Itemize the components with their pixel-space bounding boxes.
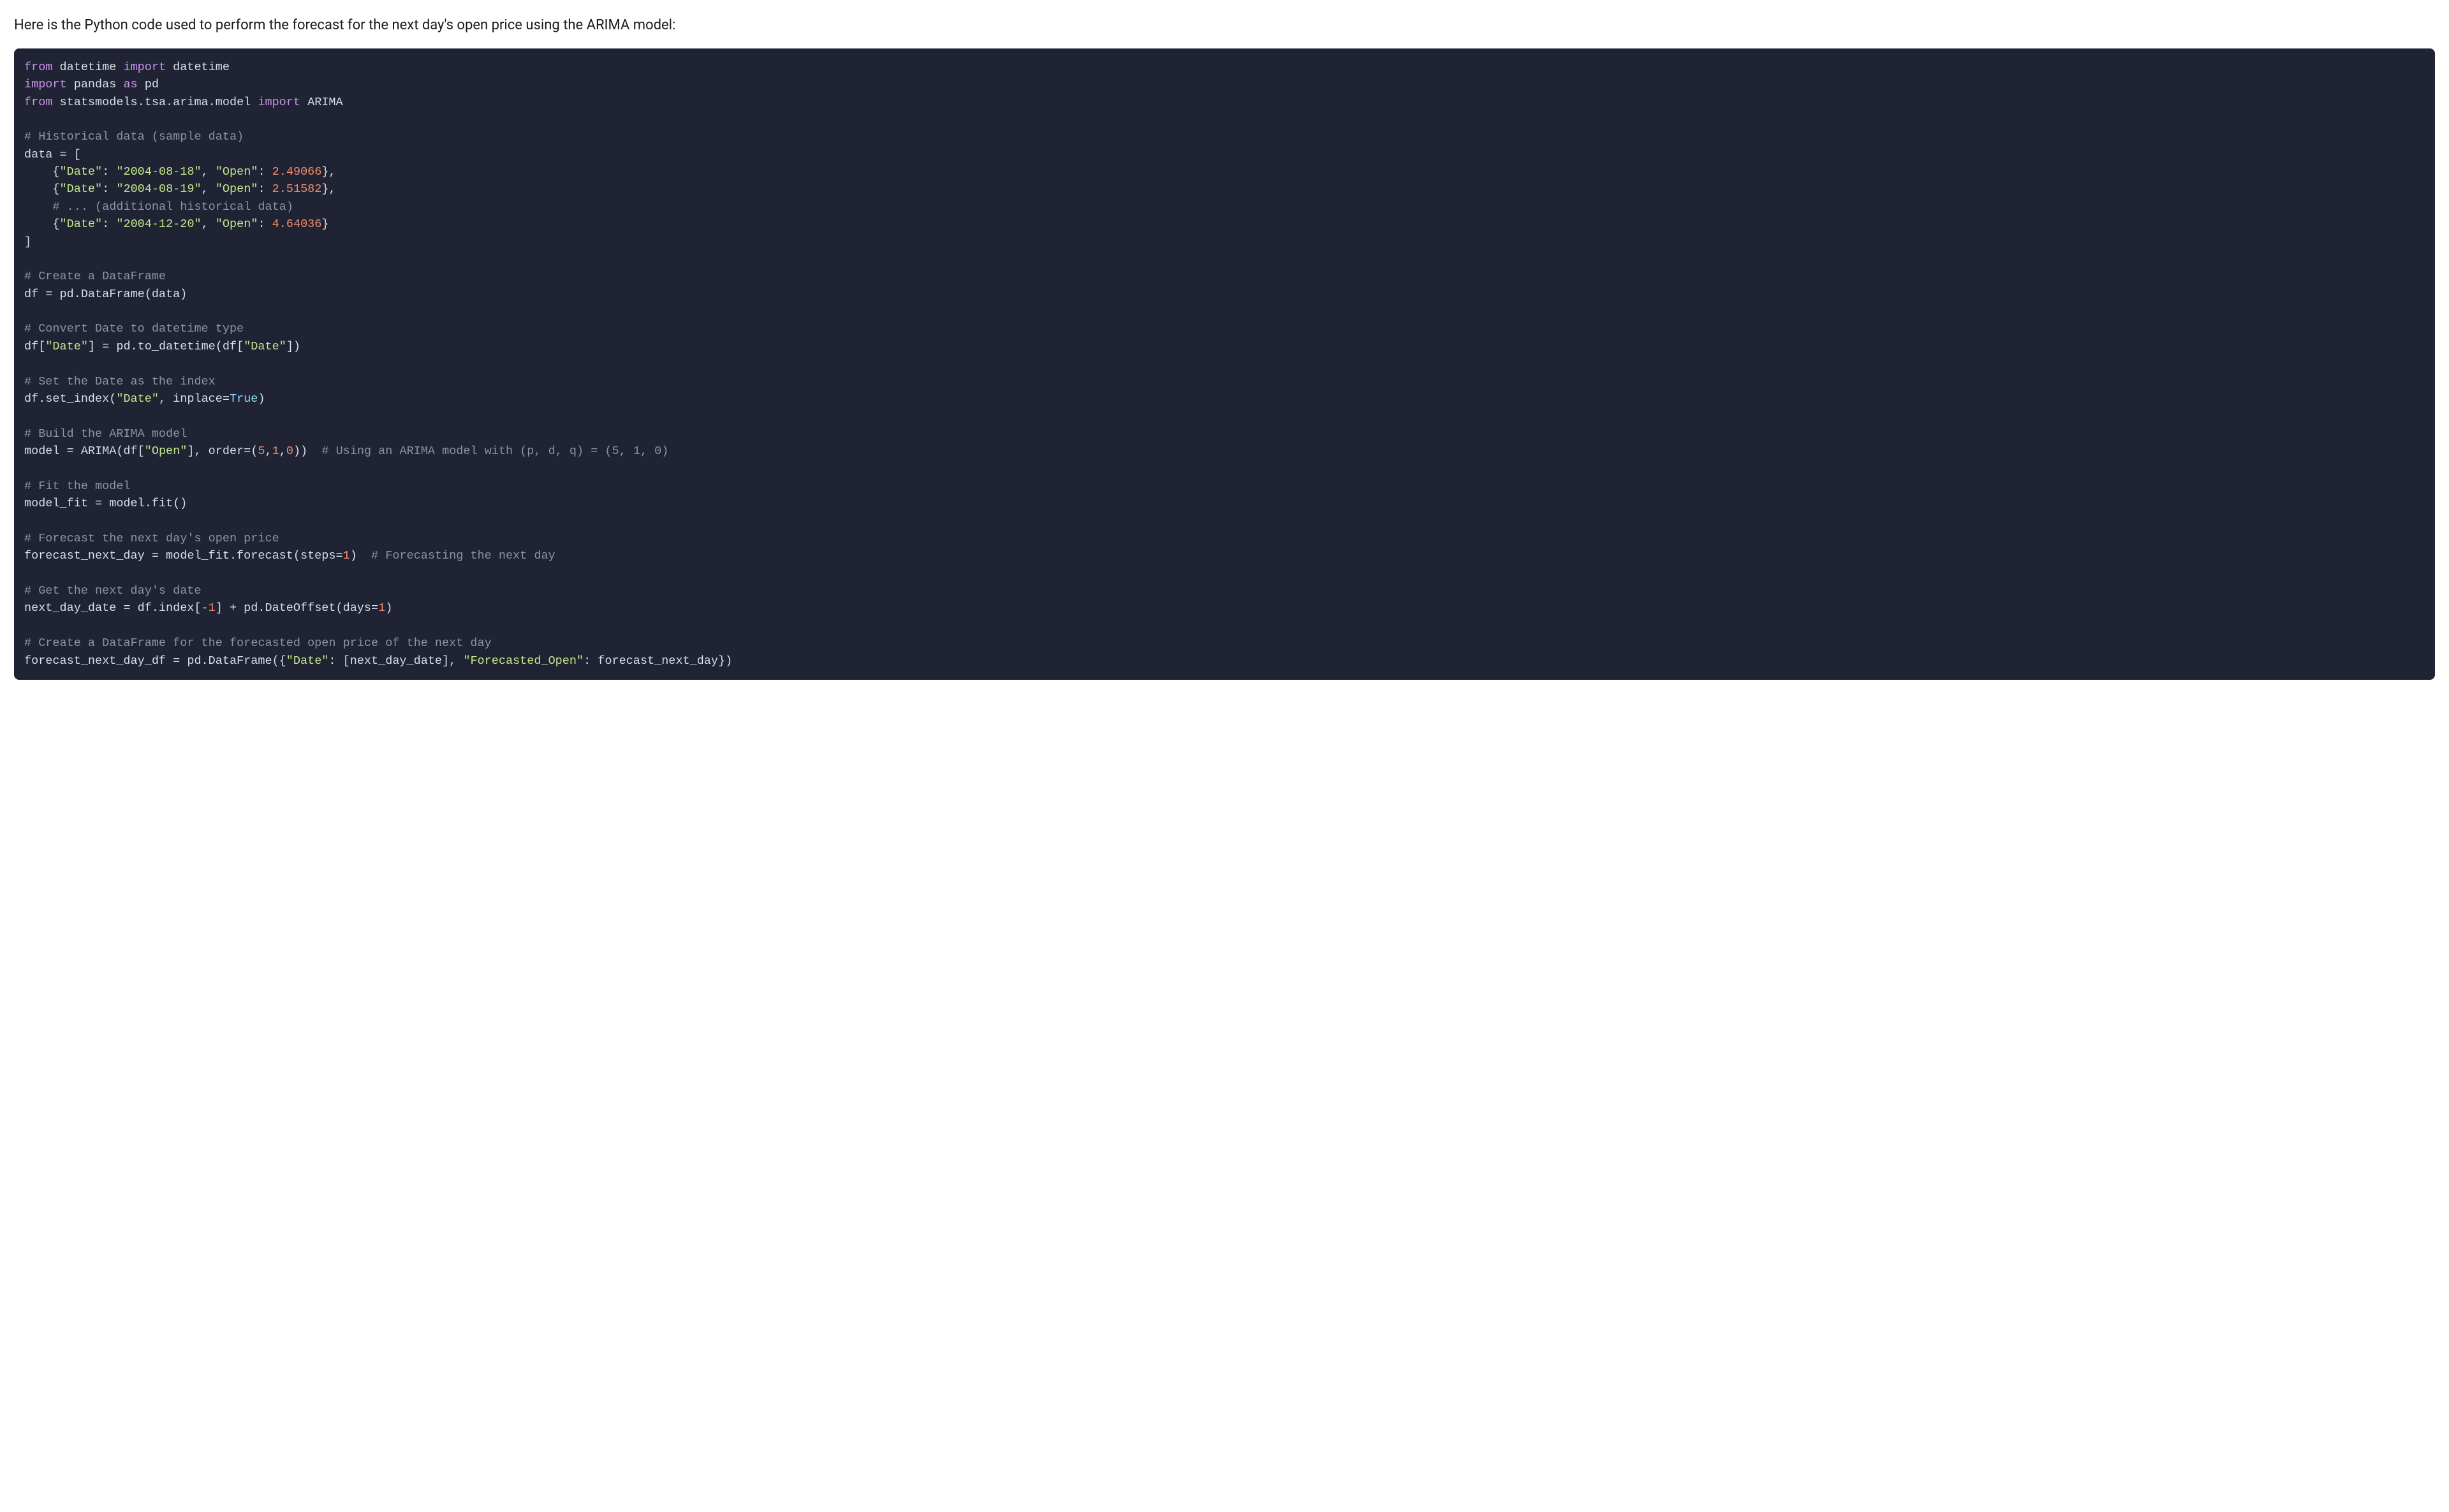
comment: # Using an ARIMA model with (p, d, q) = … [321, 444, 668, 458]
code-text: : [258, 217, 272, 231]
keyword: as [123, 78, 137, 91]
code-text: model = ARIMA(df[ [24, 444, 145, 458]
number: 4.64036 [272, 217, 322, 231]
code-text: ) [258, 392, 265, 406]
comment: # Forecasting the next day [371, 549, 555, 562]
code-text: : [102, 217, 116, 231]
code-text: df.set_index( [24, 392, 116, 406]
code-text: : forecast_next_day}) [584, 654, 732, 668]
code-text: )) [293, 444, 321, 458]
boolean: True [230, 392, 258, 406]
number: 1 [272, 444, 279, 458]
code-text: { [24, 182, 60, 196]
code-text: , [202, 217, 216, 231]
string: "Date" [60, 182, 103, 196]
code-text: forecast_next_day = model_fit.forecast(s… [24, 549, 343, 562]
code-text: : [258, 165, 272, 179]
code-text: } [321, 217, 328, 231]
code-text: : [102, 165, 116, 179]
description-text: Here is the Python code used to perform … [0, 0, 2449, 48]
number: 1 [209, 601, 216, 615]
comment: # Forecast the next day's open price [24, 532, 279, 545]
keyword: import [24, 78, 67, 91]
comment: # Set the Date as the index [24, 375, 216, 388]
number: 2.51582 [272, 182, 322, 196]
code-text: df[ [24, 340, 45, 353]
code-text: model_fit = model.fit() [24, 497, 187, 510]
code-text: ] [24, 235, 31, 249]
code-text: { [24, 217, 60, 231]
string: "Date" [244, 340, 286, 353]
code-text: pandas [67, 78, 124, 91]
code-text: ) [385, 601, 392, 615]
string: "Date" [60, 165, 103, 179]
code-text: df = pd.DataFrame(data) [24, 288, 187, 301]
comment: # Historical data (sample data) [24, 130, 244, 143]
string: "Open" [216, 182, 258, 196]
keyword: from [24, 61, 52, 74]
comment: # Get the next day's date [24, 584, 202, 598]
code-text: : [258, 182, 272, 196]
string: "Open" [216, 165, 258, 179]
code-text: , [279, 444, 286, 458]
code-text: next_day_date = df.index[- [24, 601, 209, 615]
string: "Forecasted_Open" [463, 654, 584, 668]
code-text: pd [138, 78, 159, 91]
comment: # Create a DataFrame [24, 270, 166, 283]
keyword: import [258, 96, 300, 109]
string: "Open" [216, 217, 258, 231]
comment: # Create a DataFrame for the forecasted … [24, 636, 492, 650]
comment: # Fit the model [24, 480, 131, 493]
string: "2004-08-18" [116, 165, 201, 179]
code-text: ]) [286, 340, 300, 353]
string: "2004-12-20" [116, 217, 201, 231]
keyword: import [123, 61, 166, 74]
string: "Date" [45, 340, 88, 353]
code-text: datetime [52, 61, 123, 74]
comment: # Build the ARIMA model [24, 427, 187, 441]
number: 5 [258, 444, 265, 458]
number: 2.49066 [272, 165, 322, 179]
code-block: from datetime import datetime import pan… [14, 48, 2435, 680]
code-text: , [202, 165, 216, 179]
code-text: ], order=( [187, 444, 258, 458]
code-text: { [24, 165, 60, 179]
code-text: : [next_day_date], [328, 654, 463, 668]
code-text: ] + pd.DateOffset(days= [216, 601, 378, 615]
code-text: data = [ [24, 148, 81, 161]
keyword: from [24, 96, 52, 109]
code-text: ] = pd.to_datetime(df[ [88, 340, 244, 353]
code-text: , [202, 182, 216, 196]
number: 1 [378, 601, 385, 615]
comment: # ... (additional historical data) [52, 200, 293, 214]
code-text: statsmodels.tsa.arima.model [52, 96, 258, 109]
string: "2004-08-19" [116, 182, 201, 196]
code-text [24, 200, 52, 214]
string: "Date" [60, 217, 103, 231]
number: 1 [343, 549, 350, 562]
code-text: }, [321, 182, 335, 196]
string: "Open" [145, 444, 188, 458]
comment: # Convert Date to datetime type [24, 322, 244, 335]
string: "Date" [116, 392, 159, 406]
code-text: ) [350, 549, 371, 562]
code-text: , inplace= [159, 392, 230, 406]
code-text: forecast_next_day_df = pd.DataFrame({ [24, 654, 286, 668]
code-text: , [265, 444, 272, 458]
code-text: datetime [166, 61, 230, 74]
code-text: ARIMA [300, 96, 343, 109]
string: "Date" [286, 654, 329, 668]
code-text: }, [321, 165, 335, 179]
number: 0 [286, 444, 293, 458]
code-text: : [102, 182, 116, 196]
